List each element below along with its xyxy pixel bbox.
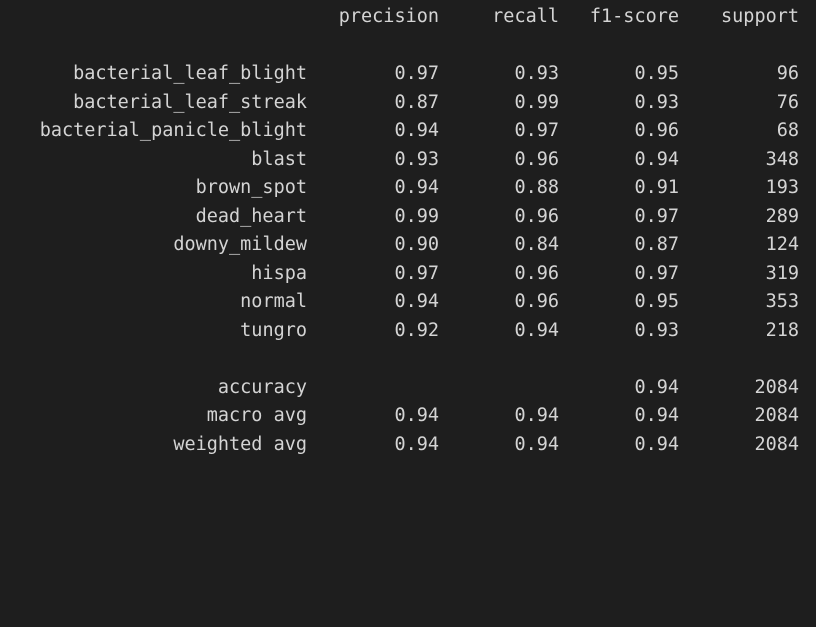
report-row-accuracy: accuracy 0.94 2084 — [0, 374, 816, 402]
row-label: downy_mildew — [173, 234, 307, 255]
row-support: 68 — [776, 120, 799, 141]
row-precision: 0.97 — [394, 262, 439, 284]
row-precision: 0.93 — [394, 148, 439, 170]
row-label: tungro — [240, 319, 307, 341]
row-precision: 0.92 — [394, 319, 439, 341]
row-precision: 0.97 — [394, 63, 439, 84]
row-label: normal — [240, 291, 307, 312]
row-label: bacterial_panicle_blight — [39, 120, 307, 141]
report-row-class: normal 0.94 0.96 0.95 353 — [0, 288, 816, 316]
header-support: support — [721, 6, 799, 27]
row-support: 193 — [765, 177, 799, 198]
header-precision: precision — [338, 6, 439, 27]
classification-report: precision recall f1-score support bacter… — [0, 0, 816, 474]
row-support: 348 — [765, 148, 799, 170]
row-support: 218 — [765, 319, 799, 341]
row-f1-score: 0.87 — [634, 234, 679, 255]
row-support: 124 — [765, 234, 799, 255]
row-recall: 0.94 — [514, 405, 559, 426]
row-precision: 0.99 — [394, 205, 439, 227]
row-f1-score: 0.95 — [634, 63, 679, 84]
row-recall: 0.96 — [514, 291, 559, 312]
report-row-class: dead_heart 0.99 0.96 0.97 289 — [0, 203, 816, 231]
report-row-macro-avg: macro avg 0.94 0.94 0.94 2084 — [0, 402, 816, 430]
header-recall: recall — [492, 6, 559, 27]
row-recall: 0.97 — [514, 120, 559, 141]
row-precision: 0.94 — [394, 120, 439, 141]
row-f1-score: 0.95 — [634, 291, 679, 312]
row-label: dead_heart — [195, 205, 307, 227]
row-label: blast — [251, 148, 307, 170]
row-f1-score: 0.91 — [634, 177, 679, 198]
row-precision: 0.87 — [394, 91, 439, 113]
row-recall: 0.99 — [514, 91, 559, 113]
report-row-class: bacterial_panicle_blight 0.94 0.97 0.96 … — [0, 117, 816, 145]
row-f1-score: 0.97 — [634, 262, 679, 284]
header-f1-score: f1-score — [589, 6, 679, 27]
row-f1-score: 0.97 — [634, 205, 679, 227]
row-recall: 0.93 — [514, 63, 559, 84]
row-recall: 0.96 — [514, 148, 559, 170]
report-row-class: tungro 0.92 0.94 0.93 218 — [0, 317, 816, 345]
row-label: bacterial_leaf_streak — [73, 91, 307, 113]
row-support: 2084 — [754, 405, 799, 426]
row-recall: 0.94 — [514, 433, 559, 455]
report-row-weighted-avg: weighted avg 0.94 0.94 0.94 2084 — [0, 431, 816, 459]
row-label: weighted avg — [173, 433, 307, 455]
report-row-class: bacterial_leaf_blight 0.97 0.93 0.95 96 — [0, 60, 816, 88]
report-row-class: bacterial_leaf_streak 0.87 0.99 0.93 76 — [0, 89, 816, 117]
row-precision: 0.94 — [394, 177, 439, 198]
row-label: hispa — [251, 262, 307, 284]
row-support: 2084 — [754, 376, 799, 398]
row-support: 96 — [776, 63, 799, 84]
report-header-row: precision recall f1-score support — [0, 3, 816, 31]
row-support: 353 — [765, 291, 799, 312]
row-support: 319 — [765, 262, 799, 284]
row-label: brown_spot — [195, 177, 307, 198]
row-precision: 0.94 — [394, 433, 439, 455]
row-recall: 0.96 — [514, 205, 559, 227]
row-f1-score: 0.94 — [634, 405, 679, 426]
row-f1-score: 0.94 — [634, 433, 679, 455]
report-row-class: brown_spot 0.94 0.88 0.91 193 — [0, 174, 816, 202]
row-recall: 0.94 — [514, 319, 559, 341]
row-precision: 0.94 — [394, 405, 439, 426]
row-f1-score: 0.94 — [634, 376, 679, 398]
row-support: 2084 — [754, 433, 799, 455]
row-f1-score: 0.96 — [634, 120, 679, 141]
row-f1-score: 0.94 — [634, 148, 679, 170]
row-recall: 0.96 — [514, 262, 559, 284]
row-label: bacterial_leaf_blight — [73, 63, 307, 84]
row-f1-score: 0.93 — [634, 319, 679, 341]
row-recall: 0.84 — [514, 234, 559, 255]
row-precision: 0.94 — [394, 291, 439, 312]
report-row-class: downy_mildew 0.90 0.84 0.87 124 — [0, 231, 816, 259]
row-f1-score: 0.93 — [634, 91, 679, 113]
row-support: 289 — [765, 205, 799, 227]
report-row-class: hispa 0.97 0.96 0.97 319 — [0, 260, 816, 288]
row-label: accuracy — [217, 376, 307, 398]
row-label: macro avg — [206, 405, 307, 426]
row-support: 76 — [776, 91, 799, 113]
report-row-class: blast 0.93 0.96 0.94 348 — [0, 146, 816, 174]
row-recall: 0.88 — [514, 177, 559, 198]
row-precision: 0.90 — [394, 234, 439, 255]
